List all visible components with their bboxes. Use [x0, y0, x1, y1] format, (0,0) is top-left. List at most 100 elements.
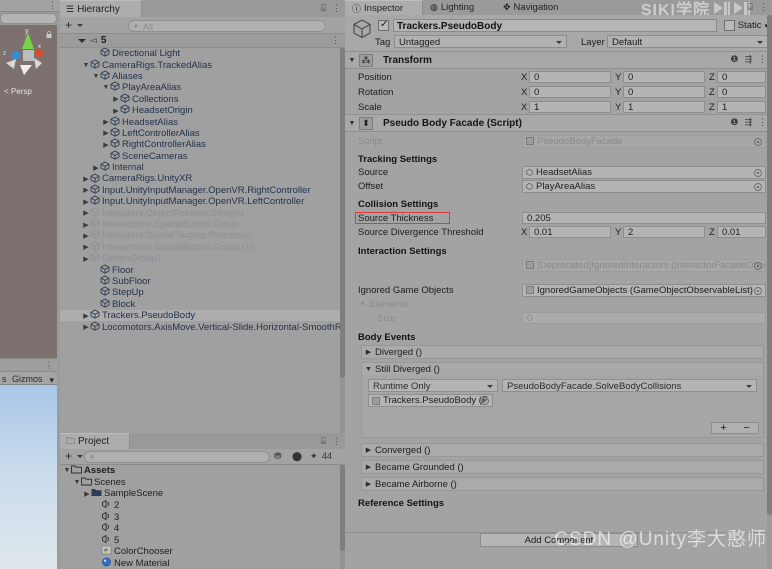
foldout-closed-icon[interactable]: ▶ — [82, 186, 90, 194]
project-search-input[interactable]: ⌕ — [84, 451, 270, 463]
remove-listener-button[interactable]: − — [735, 423, 758, 434]
game-view-tab-fragment[interactable]: s — [2, 374, 7, 384]
preset-icon[interactable]: ⇶ — [744, 117, 752, 128]
project-item[interactable]: 3 — [60, 511, 345, 523]
scene-root-row[interactable]: ◅ 5 ⋮ — [60, 34, 345, 48]
object-picker-icon[interactable] — [754, 137, 762, 146]
source-thickness-input[interactable]: 0.205 — [522, 212, 766, 225]
foldout-closed-icon[interactable]: ▶ — [102, 141, 110, 149]
lock-icon[interactable]: ⌸ — [321, 3, 326, 14]
hierarchy-item[interactable]: ▶ Input.UnityInputManager.OpenVR.RightCon… — [60, 184, 345, 196]
foldout-closed-icon[interactable]: ▶ — [102, 118, 110, 126]
hierarchy-item[interactable]: ▶ Interactions.SpatialButton.Group (1) — [60, 241, 345, 253]
still-diverged-target-field[interactable]: Trackers.PseudoBody (F — [368, 394, 493, 407]
event-still-diverged[interactable]: ▼ Still Diverged () — [361, 362, 764, 376]
foldout-closed-icon[interactable]: ▶ — [362, 446, 375, 454]
filter-by-label-icon[interactable]: ⬤ — [292, 451, 302, 462]
hierarchy-item[interactable]: ▶ Collections — [60, 93, 345, 105]
rotation-z-input[interactable]: 0 — [717, 86, 766, 99]
hierarchy-item[interactable]: ▼ Aliases — [60, 70, 345, 82]
foldout-open-icon[interactable]: ▼ — [345, 57, 359, 64]
offset-object-field[interactable]: ⬡ PlayAreaAlias — [522, 179, 766, 193]
object-picker-icon[interactable] — [754, 261, 762, 270]
static-toggle[interactable]: Static ▾ — [723, 20, 768, 31]
event-became-airborne[interactable]: ▶ Became Airborne () — [361, 477, 764, 491]
chevron-down-icon[interactable] — [77, 24, 83, 27]
divergence-y-input[interactable]: 2 — [623, 226, 705, 239]
hierarchy-item[interactable]: ▶ Locomotors.AxisMove.Vertical-Slide.Hori… — [60, 321, 345, 333]
project-tree[interactable]: ▼ Assets ▼ Scenes ▶ SampleScene 2 3 4 5 # ColorChoo… — [60, 465, 345, 569]
help-icon[interactable]: ❶ — [730, 54, 738, 65]
kebab-icon[interactable]: ⋮ — [759, 2, 768, 13]
kebab-icon[interactable]: ⋮ — [332, 3, 341, 14]
foldout-open-icon[interactable]: ▼ — [82, 62, 90, 69]
foldout-closed-icon[interactable]: ▶ — [82, 312, 90, 320]
foldout-closed-icon[interactable]: ▶ — [82, 209, 90, 217]
foldout-open-icon[interactable]: ▼ — [362, 366, 375, 373]
favorites-icon[interactable]: ✦ — [310, 451, 318, 462]
hierarchy-item[interactable]: Block — [60, 298, 345, 310]
pseudo-body-facade-header[interactable]: ▼ ⬍ Pseudo Body Facade (Script) ❶ ⇶ ⋮ — [345, 115, 772, 132]
size-input[interactable]: 0 — [522, 312, 766, 325]
scene-kebab-icon[interactable]: ⋮ — [331, 35, 340, 46]
project-item[interactable]: ▼ Assets — [60, 465, 345, 477]
kebab-icon[interactable]: ⋮ — [332, 436, 341, 447]
foldout-closed-icon[interactable]: ▶ — [112, 107, 120, 115]
project-item[interactable]: # ColorChooser — [60, 546, 345, 558]
foldout-closed-icon[interactable]: ▶ — [92, 164, 100, 172]
lock-icon[interactable]: ⌸ — [321, 436, 326, 447]
object-picker-icon[interactable] — [754, 286, 762, 295]
hierarchy-item[interactable]: ▶ Internal — [60, 161, 345, 173]
layer-dropdown[interactable]: Default — [607, 35, 768, 48]
filter-by-type-icon[interactable]: ⛃ — [274, 451, 282, 462]
foldout-open-icon[interactable]: ▼ — [102, 84, 110, 91]
static-checkbox[interactable] — [723, 20, 735, 31]
hierarchy-item[interactable]: ▶ RightControllerAlias — [60, 138, 345, 150]
divergence-z-input[interactable]: 0.01 — [717, 226, 766, 239]
object-picker-icon[interactable] — [481, 397, 489, 405]
deprecated-interactors-field[interactable]: [Deprecated]IgnoredInteractors (Interact… — [522, 258, 766, 272]
still-diverged-mode-dropdown[interactable]: Runtime Only — [368, 379, 498, 392]
gameobject-name-input[interactable]: Trackers.PseudoBody — [393, 19, 717, 32]
project-item[interactable]: ▶ SampleScene — [60, 488, 345, 500]
add-gameobject-button[interactable]: + — [65, 19, 72, 31]
script-object-field[interactable]: PseudoBodyFacade — [522, 134, 766, 148]
create-asset-button[interactable]: + — [65, 450, 72, 462]
lock-icon[interactable] — [46, 31, 52, 38]
foldout-closed-icon[interactable]: ▶ — [82, 255, 90, 263]
tab-hierarchy[interactable]: ☰ Hierarchy — [60, 0, 142, 17]
hierarchy-item[interactable]: ▶ HeadsetOrigin — [60, 104, 345, 116]
game-view-kebab-icon[interactable]: ⋮ — [45, 361, 53, 370]
event-converged[interactable]: ▶ Converged () — [361, 443, 764, 457]
kebab-icon[interactable]: ⋮ — [758, 117, 767, 128]
scale-z-input[interactable]: 1 — [717, 101, 766, 114]
foldout-open-icon[interactable]: ▼ — [359, 301, 366, 308]
game-view-viewport[interactable] — [0, 385, 57, 569]
project-item[interactable]: ▼ Scenes — [60, 477, 345, 489]
hierarchy-item[interactable]: ▶ Interactions.SpatialButton.Group — [60, 218, 345, 230]
event-became-grounded[interactable]: ▶ Became Grounded () — [361, 460, 764, 474]
hierarchy-item[interactable]: ▶ HeadsetAlias — [60, 116, 345, 128]
position-x-input[interactable]: 0 — [529, 71, 611, 84]
tab-lighting[interactable]: ◍ Lighting — [423, 0, 496, 15]
hierarchy-search-input[interactable]: ⌕ All — [128, 20, 326, 32]
foldout-closed-icon[interactable]: ▶ — [82, 323, 90, 331]
lock-icon[interactable]: ⌸ — [748, 2, 753, 13]
chevron-down-icon[interactable] — [77, 455, 83, 458]
position-z-input[interactable]: 0 — [717, 71, 766, 84]
hierarchy-item[interactable]: ▶ Trackers.PseudoBody — [60, 309, 345, 322]
ignored-gameobjects-field[interactable]: IgnoredGameObjects (GameObjectObservable… — [522, 283, 766, 297]
tab-navigation[interactable]: ✥ Navigation — [496, 0, 580, 15]
hierarchy-item[interactable]: ▶ LeftControllerAlias — [60, 127, 345, 139]
foldout-closed-icon[interactable]: ▶ — [82, 232, 90, 240]
hierarchy-item[interactable]: Directional Light — [60, 48, 345, 59]
hierarchy-tree[interactable]: Directional Light ▼ CameraRigs.TrackedAlia… — [60, 48, 345, 431]
hierarchy-item[interactable]: ▶ CameraRigs.UnityXR — [60, 173, 345, 184]
scene-foldout-icon[interactable] — [78, 38, 86, 43]
foldout-open-icon[interactable]: ▼ — [92, 73, 100, 80]
project-item[interactable]: 2 — [60, 499, 345, 512]
scene-view-kebab-icon[interactable]: ⋮ — [48, 1, 57, 10]
kebab-icon[interactable]: ⋮ — [758, 54, 767, 65]
source-object-field[interactable]: ⬡ HeadsetAlias — [522, 165, 766, 179]
hierarchy-item[interactable]: ▶ Input.UnityInputManager.OpenVR.LeftCont… — [60, 195, 345, 207]
